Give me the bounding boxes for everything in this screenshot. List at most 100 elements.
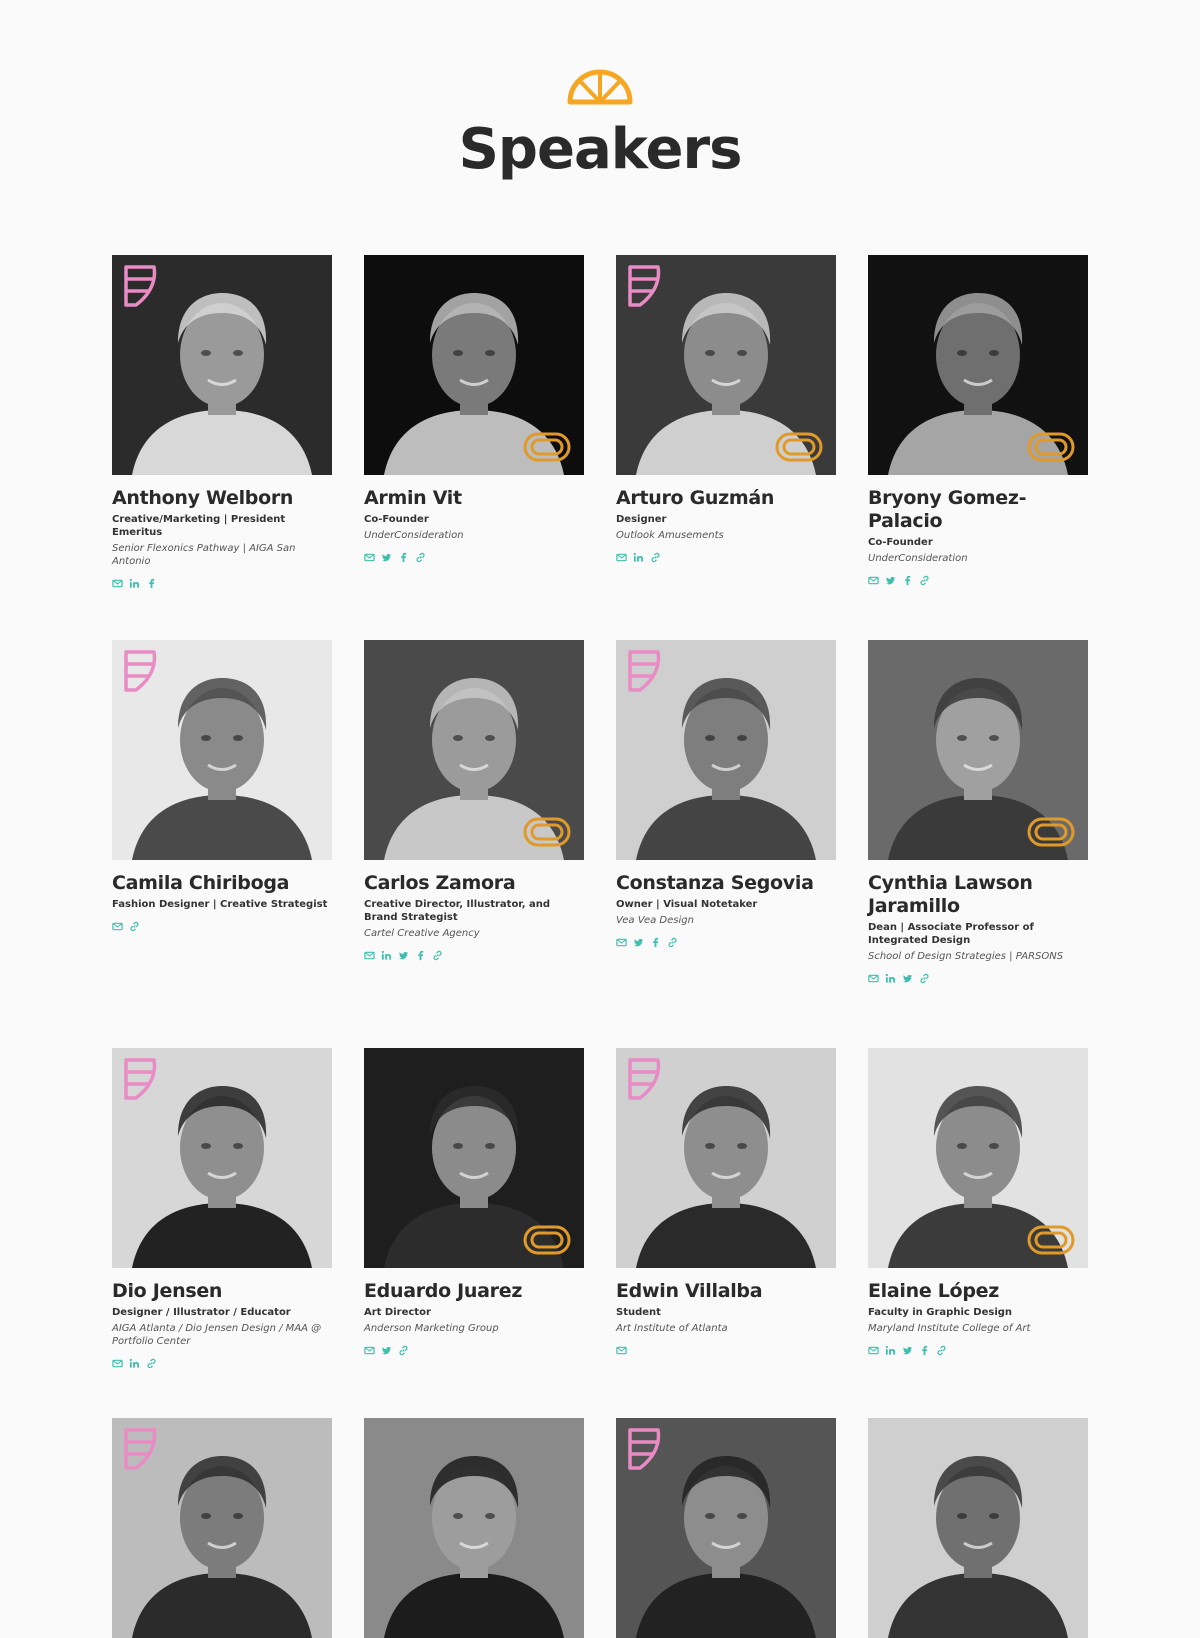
speaker-card[interactable]	[112, 1418, 332, 1638]
link-icon[interactable]	[919, 973, 930, 984]
orange-brand-mark-icon	[1027, 817, 1075, 847]
speaker-photo[interactable]	[616, 1048, 836, 1268]
twitter-icon[interactable]	[398, 950, 409, 961]
email-icon[interactable]	[868, 575, 879, 586]
linkedin-icon[interactable]	[129, 578, 140, 589]
email-icon[interactable]	[364, 950, 375, 961]
facebook-icon[interactable]	[415, 950, 426, 961]
link-icon[interactable]	[146, 1358, 157, 1369]
speaker-name[interactable]: Dio Jensen	[112, 1280, 332, 1303]
link-icon[interactable]	[398, 1345, 409, 1356]
orange-brand-mark-icon	[1027, 432, 1075, 462]
speaker-photo[interactable]	[616, 255, 836, 475]
link-icon[interactable]	[432, 950, 443, 961]
speaker-name[interactable]: Cynthia Lawson Jaramillo	[868, 872, 1088, 918]
speaker-photo[interactable]	[868, 1048, 1088, 1268]
speaker-photo[interactable]	[112, 1418, 332, 1638]
linkedin-icon[interactable]	[633, 552, 644, 563]
email-icon[interactable]	[112, 921, 123, 932]
twitter-icon[interactable]	[902, 1345, 913, 1356]
social-links	[364, 1345, 584, 1357]
social-links	[364, 552, 584, 564]
speaker-name[interactable]: Constanza Segovia	[616, 872, 836, 895]
speaker-photo[interactable]	[868, 640, 1088, 860]
social-links	[112, 1358, 332, 1370]
pink-brand-mark-icon	[124, 1428, 157, 1470]
speaker-name[interactable]: Armin Vit	[364, 487, 584, 510]
speaker-role: Fashion Designer | Creative Strategist	[112, 899, 328, 910]
link-icon[interactable]	[415, 552, 426, 563]
linkedin-icon[interactable]	[129, 1358, 140, 1369]
speaker-photo[interactable]	[364, 1048, 584, 1268]
speaker-card[interactable]: Armin Vit Co-Founder UnderConsideration	[364, 255, 584, 640]
speaker-card[interactable]: Arturo Guzmán Designer Outlook Amusements	[616, 255, 836, 640]
facebook-icon[interactable]	[650, 937, 661, 948]
speaker-organization: School of Design Strategies | PARSONS	[868, 951, 1064, 962]
speaker-photo[interactable]	[616, 640, 836, 860]
pink-brand-mark-icon	[124, 265, 157, 307]
link-icon[interactable]	[919, 575, 930, 586]
twitter-icon[interactable]	[381, 552, 392, 563]
speaker-card[interactable]	[868, 1418, 1088, 1638]
speaker-card[interactable]: Eduardo Juarez Art Director Anderson Marke…	[364, 1048, 584, 1418]
speaker-card[interactable]	[616, 1418, 836, 1638]
speaker-card[interactable]: Anthony Welborn Creative/Marketing | Pres…	[112, 255, 332, 640]
linkedin-icon[interactable]	[885, 1345, 896, 1356]
link-icon[interactable]	[936, 1345, 947, 1356]
speaker-name[interactable]: Eduardo Juarez	[364, 1280, 584, 1303]
speaker-card[interactable]: Camila Chiriboga Fashion Designer | Creat…	[112, 640, 332, 1048]
portrait-image	[868, 1418, 1088, 1638]
facebook-icon[interactable]	[146, 578, 157, 589]
social-links	[616, 1345, 836, 1357]
email-icon[interactable]	[868, 973, 879, 984]
speaker-photo[interactable]	[364, 640, 584, 860]
email-icon[interactable]	[364, 1345, 375, 1356]
speaker-name[interactable]: Camila Chiriboga	[112, 872, 332, 895]
speaker-card[interactable]: Bryony Gomez-Palacio Co-Founder UnderConsi…	[868, 255, 1088, 640]
twitter-icon[interactable]	[381, 1345, 392, 1356]
speaker-photo[interactable]	[868, 1418, 1088, 1638]
email-icon[interactable]	[112, 578, 123, 589]
speaker-photo[interactable]	[364, 255, 584, 475]
speaker-photo[interactable]	[112, 640, 332, 860]
speaker-card[interactable]: Constanza Segovia Owner | Visual Notetake…	[616, 640, 836, 1048]
speaker-photo[interactable]	[868, 255, 1088, 475]
speaker-photo[interactable]	[616, 1418, 836, 1638]
speaker-card[interactable]: Carlos Zamora Creative Director, Illustra…	[364, 640, 584, 1048]
email-icon[interactable]	[868, 1345, 879, 1356]
email-icon[interactable]	[364, 552, 375, 563]
facebook-icon[interactable]	[919, 1345, 930, 1356]
facebook-icon[interactable]	[902, 575, 913, 586]
facebook-icon[interactable]	[398, 552, 409, 563]
speaker-name[interactable]: Anthony Welborn	[112, 487, 332, 510]
speaker-name[interactable]: Elaine López	[868, 1280, 1088, 1303]
link-icon[interactable]	[650, 552, 661, 563]
speaker-card[interactable]: Cynthia Lawson Jaramillo Dean | Associate…	[868, 640, 1088, 1048]
social-links	[112, 921, 332, 933]
linkedin-icon[interactable]	[381, 950, 392, 961]
twitter-icon[interactable]	[633, 937, 644, 948]
speaker-organization: AIGA Atlanta / Dio Jensen Design / MAA @…	[112, 1323, 322, 1347]
speaker-card[interactable]: Edwin Villalba Student Art Institute of At…	[616, 1048, 836, 1418]
speaker-name[interactable]: Bryony Gomez-Palacio	[868, 487, 1088, 533]
email-icon[interactable]	[616, 552, 627, 563]
speaker-card[interactable]: Dio Jensen Designer / Illustrator / Educa…	[112, 1048, 332, 1418]
email-icon[interactable]	[616, 937, 627, 948]
twitter-icon[interactable]	[885, 575, 896, 586]
speaker-role: Co-Founder	[364, 514, 429, 525]
email-icon[interactable]	[112, 1358, 123, 1369]
speaker-photo[interactable]	[112, 255, 332, 475]
speaker-name[interactable]: Edwin Villalba	[616, 1280, 836, 1303]
speaker-name[interactable]: Arturo Guzmán	[616, 487, 836, 510]
speaker-card[interactable]	[364, 1418, 584, 1638]
orange-brand-mark-icon	[523, 1225, 571, 1255]
linkedin-icon[interactable]	[885, 973, 896, 984]
speaker-name[interactable]: Carlos Zamora	[364, 872, 584, 895]
speaker-card[interactable]: Elaine López Faculty in Graphic Design Mar…	[868, 1048, 1088, 1418]
speaker-photo[interactable]	[112, 1048, 332, 1268]
speaker-photo[interactable]	[364, 1418, 584, 1638]
twitter-icon[interactable]	[902, 973, 913, 984]
link-icon[interactable]	[129, 921, 140, 932]
link-icon[interactable]	[667, 937, 678, 948]
email-icon[interactable]	[616, 1345, 627, 1356]
